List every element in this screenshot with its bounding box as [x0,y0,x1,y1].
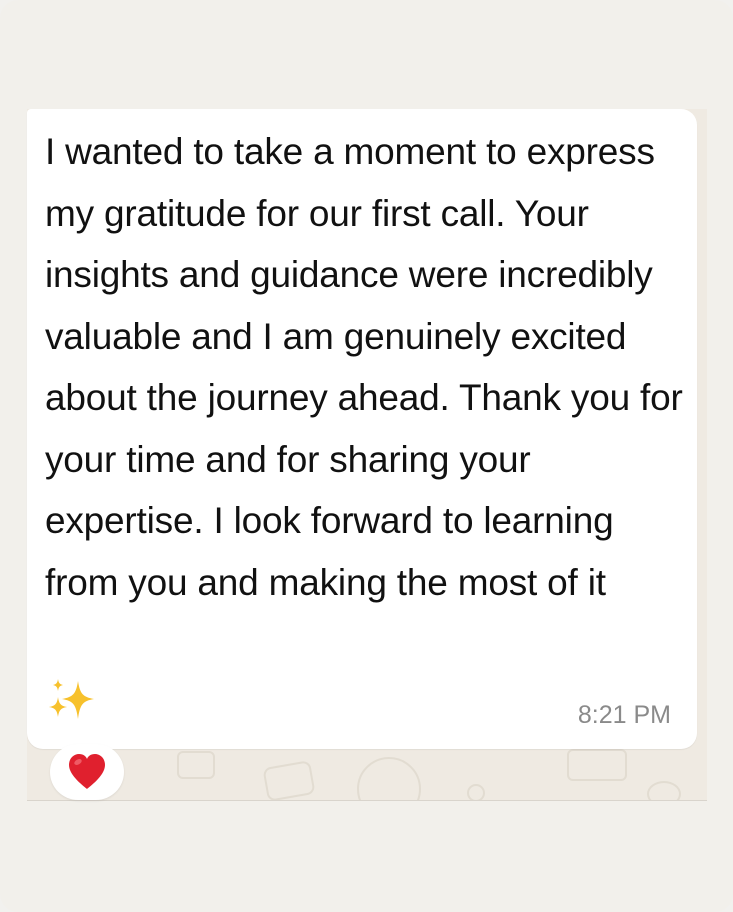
doodle-shape [567,749,627,781]
doodle-shape [357,757,421,801]
doodle-shape [262,760,316,801]
message-text: I wanted to take a moment to express my … [45,131,683,603]
doodle-shape [177,751,215,779]
red-heart-icon [69,754,105,789]
sparkles-icon [49,679,94,719]
message-bubble[interactable]: I wanted to take a moment to express my … [27,109,697,749]
message-timestamp: 8:21 PM [577,701,671,729]
doodle-shape [647,781,681,801]
doodle-shape [467,784,485,801]
reaction-badge[interactable] [50,744,124,800]
